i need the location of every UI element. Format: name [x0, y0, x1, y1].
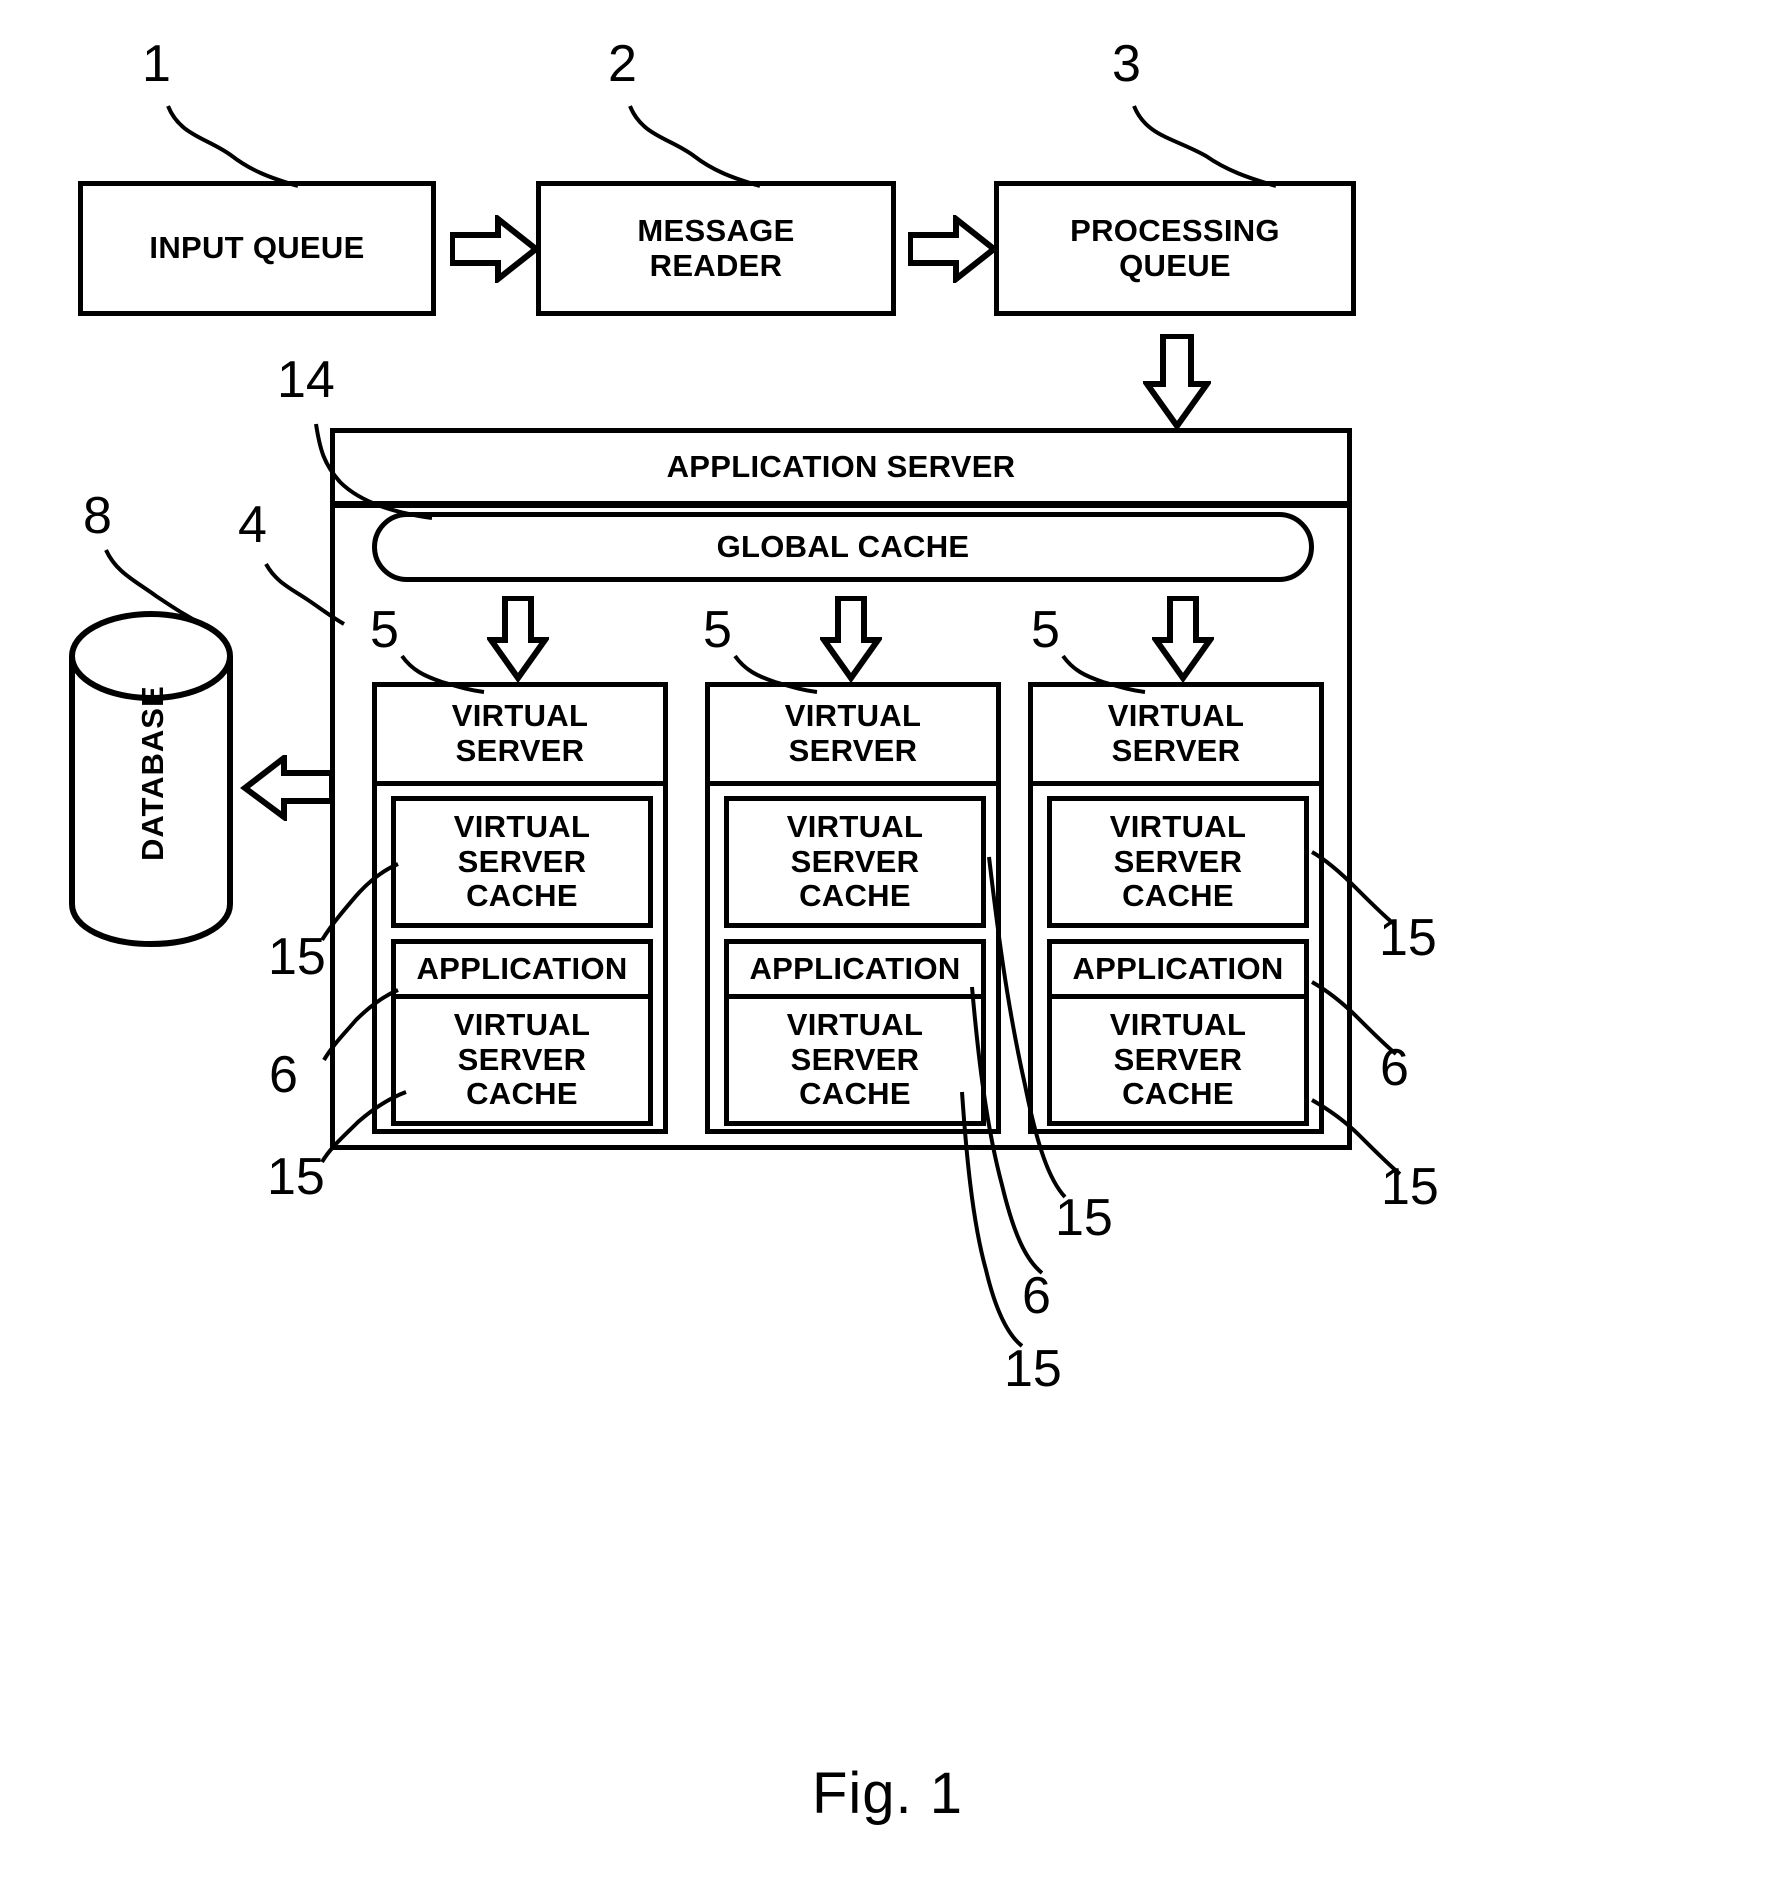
- leader-line-6-left-application: [320, 988, 402, 1063]
- virtual-server-column-1: VIRTUAL SERVER VIRTUAL SERVER CACHE APPL…: [372, 682, 668, 1134]
- leader-line-6-right-application: [1308, 980, 1400, 1058]
- database-label: DATABASE: [135, 685, 170, 861]
- leader-line-15-mid-cachebottom: [958, 1090, 1028, 1348]
- leader-line-8: [100, 546, 220, 636]
- virtual-server-cache-top-label-3: VIRTUAL SERVER CACHE: [1109, 808, 1247, 914]
- refnum-5-col1: 5: [370, 601, 399, 659]
- leader-line-5-col1: [398, 652, 488, 696]
- virtual-server-cache-top-label-1: VIRTUAL SERVER CACHE: [453, 808, 591, 914]
- virtual-server-label-1: VIRTUAL SERVER: [451, 698, 589, 768]
- refnum-3: 3: [1112, 35, 1141, 93]
- leader-line-2: [622, 98, 782, 193]
- leader-line-15-right-cachetop: [1308, 850, 1398, 928]
- virtual-server-cache-bottom-label-2: VIRTUAL SERVER CACHE: [786, 1006, 924, 1112]
- input-queue-label: INPUT QUEUE: [149, 230, 365, 266]
- refnum-6-left-application: 6: [269, 1046, 298, 1104]
- refnum-1: 1: [142, 35, 171, 93]
- virtual-server-column-2: VIRTUAL SERVER VIRTUAL SERVER CACHE APPL…: [705, 682, 1001, 1134]
- virtual-server-cache-bottom-label-1: VIRTUAL SERVER CACHE: [453, 1006, 591, 1112]
- application-server-label: APPLICATION SERVER: [666, 448, 1016, 484]
- leader-line-5-col3: [1059, 652, 1149, 696]
- application-box-3: APPLICATION: [1047, 939, 1309, 999]
- virtual-server-cache-bottom-1: VIRTUAL SERVER CACHE: [391, 994, 653, 1126]
- leader-line-14: [310, 420, 440, 525]
- message-reader-box: MESSAGE READER: [536, 181, 896, 316]
- virtual-server-label-2: VIRTUAL SERVER: [784, 698, 922, 768]
- virtual-server-cache-bottom-2: VIRTUAL SERVER CACHE: [724, 994, 986, 1126]
- refnum-4: 4: [238, 496, 267, 554]
- arrow-globalcache-to-vs-1: [487, 596, 549, 682]
- application-box-1: APPLICATION: [391, 939, 653, 999]
- leader-line-15-left-cachetop: [318, 862, 403, 944]
- virtual-server-cache-bottom-label-3: VIRTUAL SERVER CACHE: [1109, 1006, 1247, 1112]
- arrow-globalcache-to-vs-2: [820, 596, 882, 682]
- virtual-server-cache-bottom-3: VIRTUAL SERVER CACHE: [1047, 994, 1309, 1126]
- global-cache-box: GLOBAL CACHE: [372, 512, 1314, 582]
- arrow-processing-to-appserver: [1143, 334, 1211, 430]
- application-label-3: APPLICATION: [1072, 950, 1284, 986]
- patent-figure-canvas: INPUT QUEUE MESSAGE READER PROCESSING QU…: [0, 0, 1775, 1886]
- leader-line-15-right-cachebottom: [1308, 1098, 1404, 1178]
- application-label-1: APPLICATION: [416, 950, 628, 986]
- virtual-server-cache-top-3: VIRTUAL SERVER CACHE: [1047, 796, 1309, 928]
- application-label-2: APPLICATION: [749, 950, 961, 986]
- refnum-14: 14: [277, 351, 335, 409]
- leader-line-15-left-cachebottom: [318, 1090, 410, 1165]
- global-cache-label: GLOBAL CACHE: [716, 528, 970, 564]
- processing-queue-label: PROCESSING QUEUE: [1070, 212, 1280, 283]
- arrow-globalcache-to-vs-3: [1152, 596, 1214, 682]
- message-reader-label: MESSAGE READER: [637, 212, 795, 283]
- application-box-2: APPLICATION: [724, 939, 986, 999]
- arrow-input-to-reader: [450, 215, 540, 283]
- refnum-2: 2: [608, 35, 637, 93]
- leader-line-5-col2: [731, 652, 821, 696]
- leader-line-3: [1126, 98, 1296, 193]
- virtual-server-header-1: VIRTUAL SERVER: [377, 687, 663, 786]
- refnum-5-col3: 5: [1031, 601, 1060, 659]
- virtual-server-header-3: VIRTUAL SERVER: [1033, 687, 1319, 786]
- virtual-server-header-2: VIRTUAL SERVER: [710, 687, 996, 786]
- arrow-reader-to-processing: [908, 215, 998, 283]
- input-queue-box: INPUT QUEUE: [78, 181, 436, 316]
- leader-line-4: [260, 560, 350, 630]
- virtual-server-cache-top-1: VIRTUAL SERVER CACHE: [391, 796, 653, 928]
- arrow-appserver-to-database: [240, 755, 334, 821]
- application-server-title-bar: APPLICATION SERVER: [335, 433, 1347, 508]
- virtual-server-cache-top-label-2: VIRTUAL SERVER CACHE: [786, 808, 924, 914]
- refnum-15-mid-cachebottom: 15: [1004, 1340, 1062, 1398]
- leader-line-1: [160, 98, 320, 193]
- refnum-8: 8: [83, 487, 112, 545]
- virtual-server-cache-top-2: VIRTUAL SERVER CACHE: [724, 796, 986, 928]
- virtual-server-label-3: VIRTUAL SERVER: [1107, 698, 1245, 768]
- processing-queue-box: PROCESSING QUEUE: [994, 181, 1356, 316]
- refnum-15-left-cachebottom: 15: [267, 1148, 325, 1206]
- figure-caption: Fig. 1: [811, 1761, 964, 1826]
- refnum-5-col2: 5: [703, 601, 732, 659]
